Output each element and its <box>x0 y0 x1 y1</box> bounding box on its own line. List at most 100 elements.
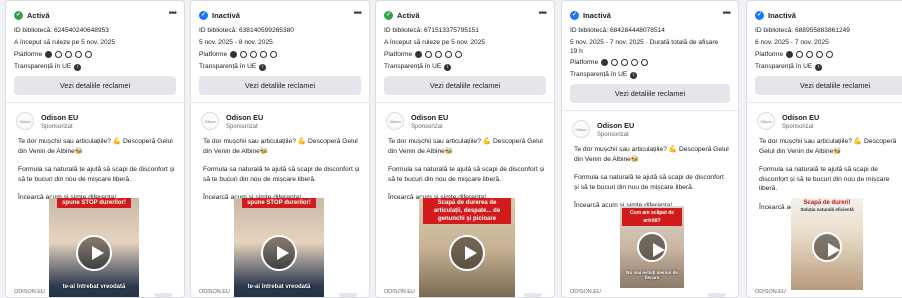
avatar[interactable]: Odison <box>386 112 404 130</box>
platforms-row: Platforme <box>384 51 463 58</box>
run-date: 6 nov. 2025 - 7 nov. 2025 <box>755 39 829 46</box>
status-badge: ✓ Inactivă <box>755 11 796 20</box>
platforms-label: Platforme <box>755 51 784 58</box>
ad-library-results: ✓ Activă ••• ID bibliotecă: 624540240648… <box>0 0 902 298</box>
check-icon: ✓ <box>755 11 764 20</box>
view-ad-details-button[interactable]: Vezi detaliile reclamei <box>14 76 176 95</box>
link-domain: ODISON.EU <box>384 289 415 295</box>
info-icon[interactable]: i <box>74 64 82 71</box>
view-ad-details-button[interactable]: Vezi detaliile reclamei <box>384 76 546 95</box>
audience-network-icon <box>621 59 629 66</box>
cta-button[interactable] <box>708 293 726 297</box>
instagram-icon <box>425 51 433 58</box>
view-ad-details-button[interactable]: Vezi detaliile reclamei <box>199 76 361 95</box>
ad-text: Formula sa naturală te ajută să scapi de… <box>203 166 360 183</box>
divider <box>562 110 738 111</box>
advertiser-name[interactable]: Odison EU <box>782 113 819 122</box>
divider <box>191 102 369 103</box>
cta-button[interactable] <box>524 293 542 297</box>
advertiser-name[interactable]: Odison EU <box>597 121 634 130</box>
info-icon[interactable]: i <box>259 64 267 71</box>
view-ad-details-button[interactable]: Vezi detaliile reclamei <box>570 84 730 103</box>
video-headline: Cum am scăpat de artrită? <box>622 208 682 226</box>
more-icon[interactable]: ••• <box>168 8 176 19</box>
more-icon[interactable]: ••• <box>353 8 361 19</box>
more-icon[interactable]: ••• <box>538 8 546 19</box>
ad-text: Te dor mușchii sau articulațiile? 💪 Desc… <box>759 138 897 155</box>
more-icon[interactable]: ••• <box>722 8 730 19</box>
play-icon[interactable] <box>76 235 112 271</box>
transparency-row: Transparență în UE i <box>755 63 823 71</box>
facebook-icon <box>230 51 238 58</box>
avatar[interactable]: Odison <box>757 112 775 130</box>
play-icon[interactable] <box>812 232 842 262</box>
video-caption: te-ai întrebat vreodată <box>247 284 311 290</box>
avatar[interactable]: Odison <box>201 112 219 130</box>
ad-card: ✓ Inactivă ID bibliotecă: 68895588386124… <box>746 0 902 298</box>
advertiser-header: Odison Odison EU Sponsorizat <box>16 112 78 130</box>
status-badge: ✓ Inactivă <box>199 11 240 20</box>
video-caption: te-ai întrebat vreodată <box>62 284 126 290</box>
platforms-label: Platforme <box>14 51 43 58</box>
library-id: ID bibliotecă: 671513375795151 <box>384 27 479 34</box>
ad-video[interactable]: Cum am scăpat de artrită? Nu mai evitați… <box>620 206 684 288</box>
ad-text: Te dor mușchii sau articulațiile? 💪 Desc… <box>18 138 173 155</box>
status-badge: ✓ Inactivă <box>570 11 611 20</box>
ad-video[interactable]: Scapă de durerea de articulații, despate… <box>419 198 515 297</box>
link-domain: ODISON.EU <box>14 289 45 295</box>
messenger-icon <box>445 51 453 58</box>
avatar[interactable]: Odison <box>572 120 590 138</box>
info-icon[interactable]: i <box>444 64 452 71</box>
play-icon[interactable] <box>449 235 485 271</box>
info-icon[interactable]: i <box>815 64 823 71</box>
status-label: Activă <box>397 11 420 20</box>
divider <box>6 102 184 103</box>
play-icon[interactable] <box>637 232 667 262</box>
audience-network-icon <box>435 51 443 58</box>
threads-icon <box>270 51 278 58</box>
audience-network-icon <box>65 51 73 58</box>
link-domain: ODISON.EU <box>755 289 786 295</box>
avatar[interactable]: Odison <box>16 112 34 130</box>
transparency-row: Transparență în UE i <box>570 71 638 79</box>
ad-video[interactable]: Scapă de dureri! Soluția naturală eficie… <box>791 198 863 290</box>
status-label: Activă <box>27 11 50 20</box>
ad-card: ✓ Activă ••• ID bibliotecă: 624540240648… <box>5 0 185 298</box>
transparency-label: Transparență în UE <box>755 63 813 70</box>
ad-text: Formula sa naturală te ajută să scapi de… <box>388 166 545 183</box>
play-icon[interactable] <box>261 235 297 271</box>
video-headline: spune STOP durerilor! <box>57 198 131 208</box>
cta-button[interactable] <box>154 293 172 297</box>
transparency-label: Transparență în UE <box>199 63 257 70</box>
ad-video[interactable]: spune STOP durerilor! te-ai întrebat vre… <box>49 198 139 297</box>
advertiser-header: Odison Odison EU Sponsorizat <box>201 112 263 130</box>
threads-icon <box>455 51 463 58</box>
advertiser-name[interactable]: Odison EU <box>411 113 448 122</box>
ad-card: ✓ Inactivă ••• ID bibliotecă: 6381405992… <box>190 0 370 298</box>
run-duration: 19 h <box>570 48 583 55</box>
video-caption: Nu mai evitați mersul de fiecare <box>626 270 678 280</box>
status-badge: ✓ Activă <box>14 11 50 20</box>
library-id: ID bibliotecă: 684284448078514 <box>570 27 665 34</box>
sponsored-label: Sponsorizat <box>782 123 814 130</box>
info-icon[interactable]: i <box>630 72 638 79</box>
view-ad-details-button[interactable]: Vezi detaliile reclamei <box>755 76 902 95</box>
ad-text: Te dor mușchii sau articulațiile? 💪 Desc… <box>574 146 729 163</box>
ad-text: Formula sa naturală te ajută să scapi de… <box>18 166 175 183</box>
instagram-icon <box>796 51 804 58</box>
facebook-icon <box>601 59 609 66</box>
advertiser-name[interactable]: Odison EU <box>226 113 263 122</box>
cta-button[interactable] <box>339 293 357 297</box>
facebook-icon <box>415 51 423 58</box>
platforms-label: Platforme <box>199 51 228 58</box>
ad-video[interactable]: spune STOP durerilor! te-ai întrebat vre… <box>234 198 324 297</box>
check-icon: ✓ <box>14 11 23 20</box>
advertiser-name[interactable]: Odison EU <box>41 113 78 122</box>
sponsored-label: Sponsorizat <box>226 123 258 130</box>
threads-icon <box>826 51 834 58</box>
facebook-icon <box>45 51 53 58</box>
divider <box>376 102 554 103</box>
ad-text: Te dor mușchii sau articulațiile? 💪 Desc… <box>388 138 543 155</box>
transparency-row: Transparență în UE i <box>14 63 82 71</box>
transparency-row: Transparență în UE i <box>384 63 452 71</box>
